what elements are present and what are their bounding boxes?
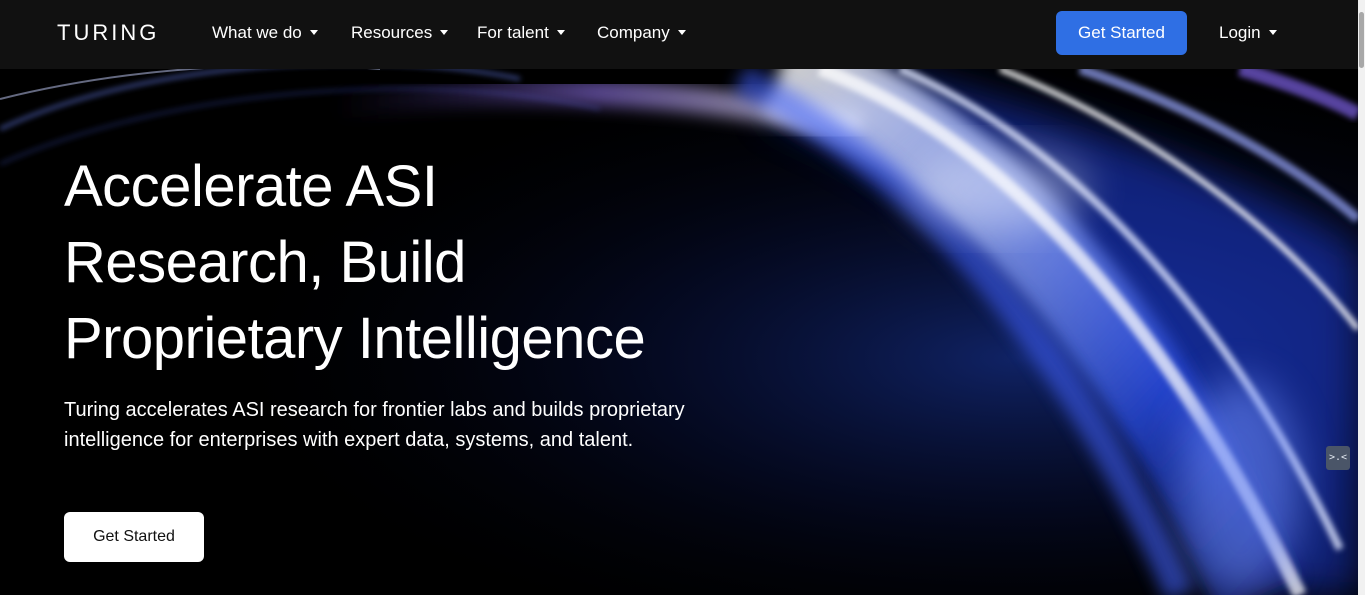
get-started-hero-button[interactable]: Get Started xyxy=(64,512,204,562)
nav-item-label: Company xyxy=(597,23,670,42)
login-label: Login xyxy=(1219,23,1261,42)
turing-logo[interactable]: TURING xyxy=(57,20,182,46)
chevron-down-icon xyxy=(440,30,449,36)
chevron-down-icon xyxy=(677,30,686,36)
login-menu[interactable]: Login xyxy=(1219,21,1277,45)
get-started-nav-button[interactable]: Get Started xyxy=(1056,11,1187,55)
nav-item-for-talent[interactable]: For talent xyxy=(477,21,565,45)
top-navbar: TURING What we do Resources For talent C… xyxy=(0,0,1358,69)
hero-title: Accelerate ASI Research, Build Proprieta… xyxy=(64,154,646,371)
nav-item-label: Resources xyxy=(351,23,433,42)
floating-widget-toggle[interactable]: >.< xyxy=(1326,446,1350,470)
vertical-scrollbar[interactable] xyxy=(1358,0,1365,595)
nav-item-label: For talent xyxy=(477,23,549,42)
svg-text:TURING: TURING xyxy=(57,20,159,45)
chevron-down-icon xyxy=(309,30,318,36)
hero-section: Accelerate ASI Research, Build Proprieta… xyxy=(0,69,1358,595)
page: TURING What we do Resources For talent C… xyxy=(0,0,1365,595)
chevron-down-icon xyxy=(556,30,565,36)
scrollbar-thumb[interactable] xyxy=(1359,12,1364,68)
hero-subtitle: Turing accelerates ASI research for fron… xyxy=(64,399,685,451)
nav-item-label: What we do xyxy=(212,23,302,42)
nav-item-resources[interactable]: Resources xyxy=(351,21,449,45)
nav-item-what-we-do[interactable]: What we do xyxy=(212,21,318,45)
chevron-down-icon xyxy=(1268,30,1277,36)
nav-item-company[interactable]: Company xyxy=(597,21,686,45)
